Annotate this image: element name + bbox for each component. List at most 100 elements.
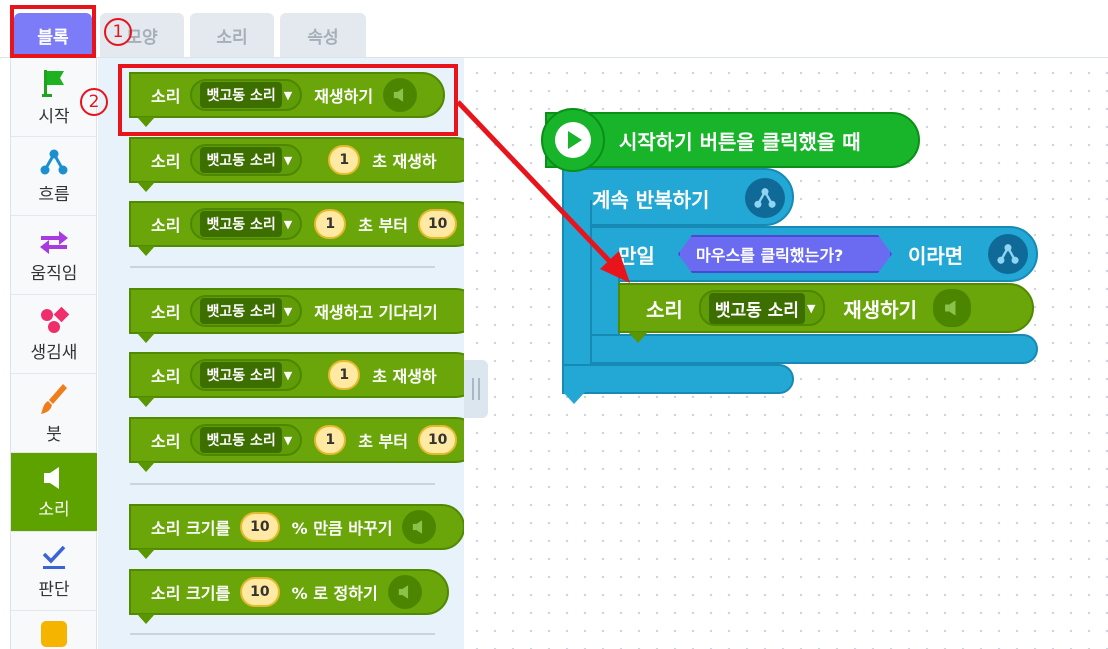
dropdown-value: 뱃고동 소리 <box>200 298 282 324</box>
tab-sounds[interactable]: 소리 <box>190 13 274 57</box>
category-label: 흐름 <box>38 184 70 205</box>
sound-dropdown[interactable]: 뱃고동 소리 ▼ <box>190 144 303 176</box>
number-input[interactable]: 1 <box>314 425 347 455</box>
loop-notch <box>563 392 585 404</box>
speaker-icon <box>933 289 972 327</box>
category-label: 생김새 <box>30 342 78 363</box>
flow-icon <box>988 234 1028 274</box>
block-text: 소리 <box>151 432 181 451</box>
hat-label: 시작하기 버튼을 클릭했을 때 <box>619 129 861 154</box>
block-text: 초 재생하 <box>372 152 437 171</box>
palette-set-volume-block[interactable]: 소리 크기를 10 % 로 정하기 <box>129 569 449 624</box>
dropdown-arrow-icon: ▼ <box>283 217 293 231</box>
block-text: % 로 정하기 <box>291 584 378 603</box>
sound-dropdown[interactable]: 뱃고동 소리 ▼ <box>698 290 826 326</box>
block-text: 소리 크기를 <box>151 584 231 603</box>
dropdown-value: 뱃고동 소리 <box>708 292 805 324</box>
palette-divider <box>130 266 435 268</box>
highlight-box-block <box>118 64 458 136</box>
dropdown-value: 뱃고동 소리 <box>200 427 282 453</box>
flow-icon <box>40 149 68 174</box>
sound-dropdown[interactable]: 뱃고동 소리 ▼ <box>190 424 303 456</box>
shapes-icon <box>41 306 70 333</box>
block-text: 초 재생하 <box>372 367 437 386</box>
flag-icon <box>42 69 64 97</box>
dropdown-arrow-icon: ▼ <box>283 304 293 318</box>
play-sound-block[interactable]: 소리 뱃고동 소리 ▼ 재생하기 <box>618 283 1034 343</box>
condition-text: 마우스를 클릭했는가? <box>696 246 844 265</box>
repeat-forever-label: 계속 반복하기 <box>592 188 710 212</box>
number-input[interactable]: 10 <box>417 425 458 455</box>
speaker-icon <box>402 510 437 544</box>
dropdown-value: 뱃고동 소리 <box>200 147 282 173</box>
speaker-icon <box>387 575 422 609</box>
flow-icon <box>745 178 785 218</box>
dropdown-value: 뱃고동 소리 <box>200 362 282 388</box>
category-brush[interactable]: 붓 <box>11 374 97 453</box>
category-label: 판단 <box>38 579 70 600</box>
if-label: 만일 <box>618 244 655 268</box>
palette-play-sound-seconds-wait-block[interactable]: 소리 뱃고동 소리 ▼ 1 초 재생하 <box>129 352 464 407</box>
highlight-box-tab <box>10 5 96 58</box>
sound-dropdown[interactable]: 뱃고동 소리 ▼ <box>190 295 303 327</box>
block-text: 재생하기 <box>843 297 918 322</box>
number-input[interactable]: 1 <box>314 209 347 239</box>
mouse-clicked-condition[interactable]: 마우스를 클릭했는가? <box>678 235 892 273</box>
block-text: 소리 크기를 <box>151 519 231 538</box>
block-text: 소리 <box>151 152 181 171</box>
block-text: 초 부터 <box>358 432 408 451</box>
sound-dropdown[interactable]: 뱃고동 소리 ▼ <box>190 208 303 240</box>
palette-divider <box>130 483 435 485</box>
check-icon <box>42 545 66 569</box>
category-move[interactable]: 움직임 <box>11 216 97 295</box>
number-input[interactable]: 1 <box>328 360 361 390</box>
number-input[interactable]: 1 <box>328 145 361 175</box>
dropdown-arrow-icon: ▼ <box>806 301 816 315</box>
category-calc[interactable] <box>11 611 97 649</box>
step-marker-2: 2 <box>80 88 108 116</box>
palette-resize-handle[interactable] <box>464 360 488 418</box>
sound-dropdown[interactable]: 뱃고동 소리 ▼ <box>190 359 303 391</box>
move-arrows-icon <box>40 230 68 254</box>
category-sidebar: 시작 흐름 움직임 생김새 붓 소리 판단 <box>10 58 97 649</box>
palette-play-sound-from-block[interactable]: 소리 뱃고동 소리 ▼ 1 초 부터 10 <box>129 201 464 256</box>
category-flow[interactable]: 흐름 <box>11 137 97 216</box>
palette-divider <box>130 633 435 635</box>
if-then-label: 이라면 <box>908 244 964 268</box>
step-marker-1: 1 <box>104 18 132 46</box>
block-text: 초 부터 <box>358 216 408 235</box>
block-text: 소리 <box>151 216 181 235</box>
if-block-footer <box>590 334 1038 364</box>
palette-play-sound-from-wait-block[interactable]: 소리 뱃고동 소리 ▼ 1 초 부터 10 <box>129 417 464 472</box>
entry-editor: 블록 모양 소리 속성 시작 흐름 움직임 생김새 붓 소리 판단 소리 뱃고동… <box>0 0 1108 649</box>
block-text: 재생하고 기다리기 <box>314 303 438 322</box>
category-label: 붓 <box>46 424 62 445</box>
repeat-forever-footer <box>562 364 794 394</box>
category-label: 움직임 <box>30 263 78 284</box>
block-text: 소리 <box>151 303 181 322</box>
number-input[interactable]: 10 <box>240 512 280 542</box>
tab-properties[interactable]: 속성 <box>280 13 366 57</box>
block-text: 소리 <box>151 367 181 386</box>
brush-icon <box>41 383 67 414</box>
calculator-icon <box>41 621 67 647</box>
palette-play-sound-seconds-block[interactable]: 소리 뱃고동 소리 ▼ 1 초 재생하 <box>129 137 464 192</box>
number-input[interactable]: 10 <box>240 577 280 607</box>
block-text: 소리 <box>646 297 683 322</box>
tab-bar: 블록 모양 소리 속성 <box>0 0 1108 58</box>
dropdown-arrow-icon: ▼ <box>283 153 293 167</box>
palette-play-sound-wait-block[interactable]: 소리 뱃고동 소리 ▼ 재생하고 기다리기 <box>129 288 464 343</box>
category-looks[interactable]: 생김새 <box>11 295 97 374</box>
speaker-icon <box>44 466 59 489</box>
block-palette: 소리 뱃고동 소리 ▼ 재생하기 소리 뱃고동 소리 ▼ 1 초 재생하 소리 뱃고… <box>98 58 464 649</box>
dropdown-arrow-icon: ▼ <box>283 368 293 382</box>
category-label: 시작 <box>38 106 70 127</box>
block-text: % 만큼 바꾸기 <box>291 519 393 538</box>
category-label: 소리 <box>38 499 70 520</box>
category-judge[interactable]: 판단 <box>11 532 97 611</box>
palette-change-volume-block[interactable]: 소리 크기를 10 % 만큼 바꾸기 <box>129 504 464 559</box>
number-input[interactable]: 10 <box>417 209 458 239</box>
dropdown-arrow-icon: ▼ <box>283 433 293 447</box>
play-icon <box>555 122 591 158</box>
category-sound[interactable]: 소리 <box>11 453 97 532</box>
